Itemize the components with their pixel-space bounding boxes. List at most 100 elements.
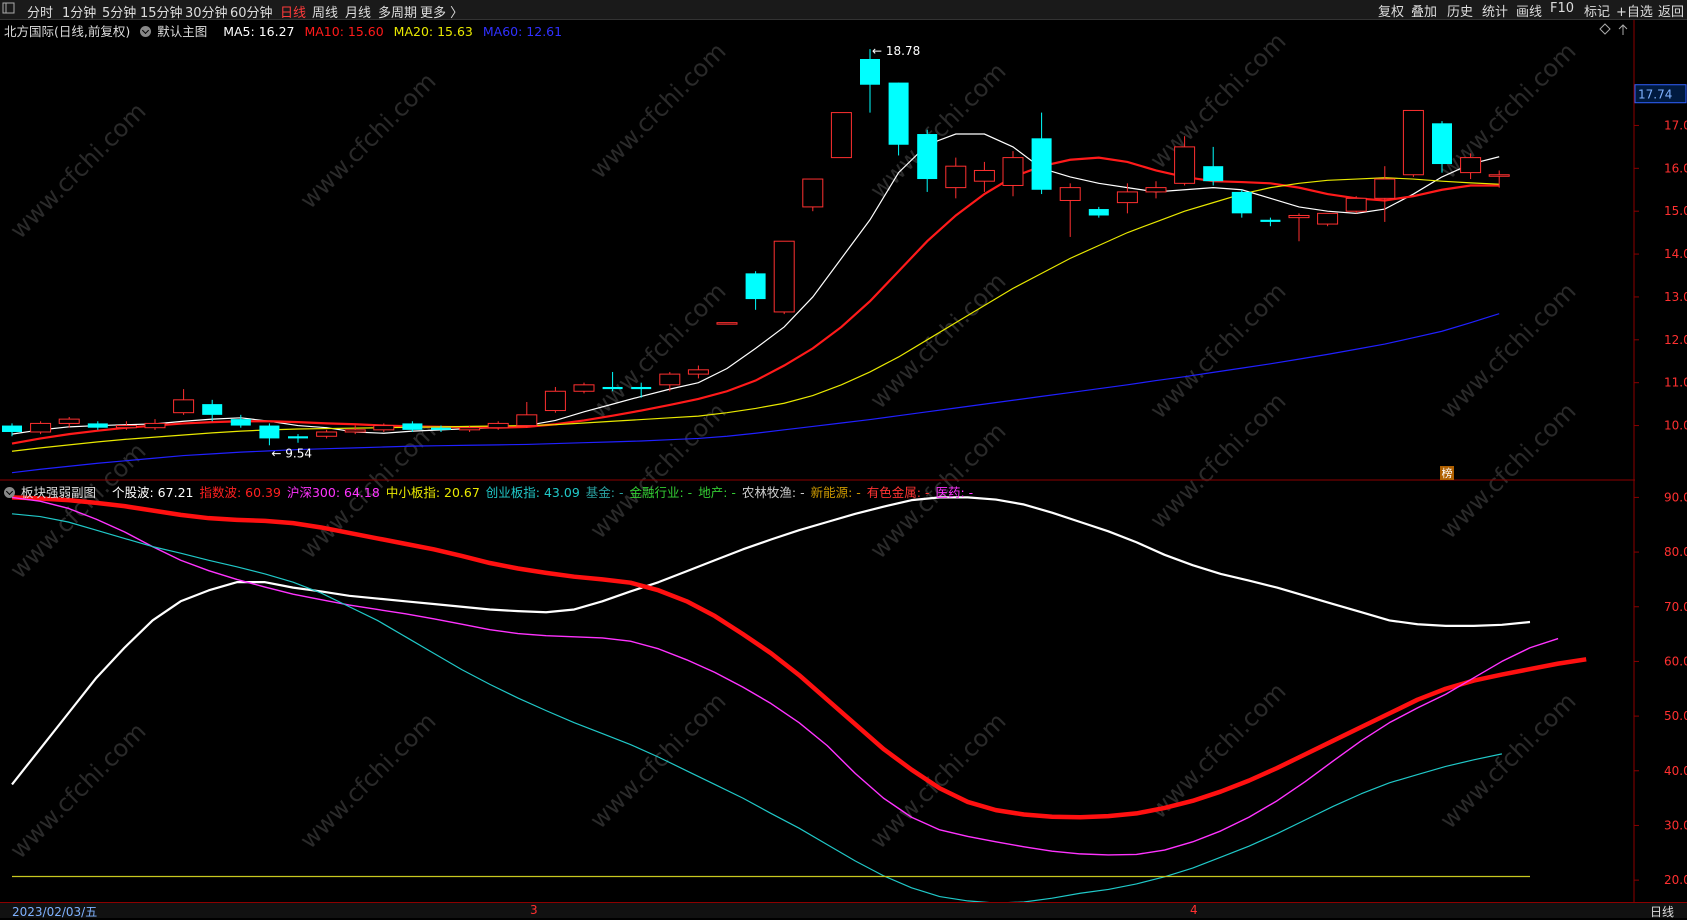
candle-body-down <box>888 82 909 145</box>
ma60-value: MA60: 12.61 <box>482 24 563 39</box>
candle-body-up <box>573 384 595 392</box>
candle <box>1031 112 1052 195</box>
candle-body-down <box>1031 138 1052 190</box>
candle <box>544 386 566 413</box>
osc-tick-label: 30.00 <box>1664 818 1687 832</box>
candle <box>773 240 795 315</box>
candle-body-up <box>1002 157 1024 186</box>
price-tick-label: 15.00 <box>1664 204 1687 218</box>
dropdown-check-icon[interactable] <box>4 487 15 498</box>
candle <box>516 401 538 428</box>
sub-chart-selector[interactable]: 板块强弱副图 <box>4 485 102 500</box>
main-chart-info: 北方国际(日线,前复权) 默认主图 MA5: 16.27 MA10: 15.60… <box>4 21 568 40</box>
sub-chart-title: 板块强弱副图 <box>21 485 97 500</box>
candle-body-up <box>30 422 52 433</box>
low-price-label: ← 9.54 <box>271 446 312 460</box>
list-badge-label: 榜 <box>1442 466 1453 480</box>
price-tick-label: 11.00 <box>1664 376 1687 390</box>
candle <box>659 371 681 392</box>
month-mark: 4 <box>1190 903 1198 917</box>
candle <box>173 389 195 415</box>
candle-body-down <box>860 59 880 85</box>
dropdown-check-icon[interactable] <box>140 26 152 37</box>
candle <box>802 178 824 212</box>
osc-tick-label: 80.00 <box>1664 545 1687 559</box>
template-selector[interactable]: 默认主图 <box>140 24 213 39</box>
candle-body-up <box>1116 191 1138 204</box>
up-arrow-icon <box>1618 24 1628 35</box>
candle <box>1288 213 1310 242</box>
candle-body-up <box>144 422 166 429</box>
price-tick-label: 14.00 <box>1664 247 1687 261</box>
candle <box>259 423 280 446</box>
candle <box>917 129 938 192</box>
candle-body-down <box>202 404 223 415</box>
candle <box>860 49 880 113</box>
candle-body-up <box>1374 178 1396 199</box>
candle <box>1231 189 1252 218</box>
candle-body-up <box>1288 214 1310 219</box>
candle <box>1345 196 1367 214</box>
sub-series-value: 沪深300: 64.18 <box>286 485 380 500</box>
watermark: www.cfchi.com <box>4 717 151 864</box>
price-tick-label: 12.00 <box>1664 333 1687 347</box>
ma20-value: MA20: 15.63 <box>393 24 473 39</box>
candle-body-down <box>402 423 423 430</box>
candle-body-down <box>1260 219 1281 222</box>
candle-body-down <box>288 436 308 439</box>
candle-body-down <box>917 134 938 180</box>
watermark: www.cfchi.com <box>1144 677 1291 824</box>
sub-series-value: 指数波: 60.39 <box>199 485 281 500</box>
osc-tick-label: 70.00 <box>1664 600 1687 614</box>
sub-series-value: 基金: - <box>585 485 624 500</box>
candle-body-up <box>1059 187 1081 201</box>
candle <box>1002 151 1024 197</box>
candle-body-up <box>544 390 566 412</box>
osc-tick-label: 20.00 <box>1664 873 1687 887</box>
candle-body-up <box>516 414 538 427</box>
ma10-value: MA10: 15.60 <box>304 24 384 39</box>
osc-tick-label: 60.00 <box>1664 654 1687 668</box>
price-tick-label: 17.00 <box>1664 118 1687 132</box>
candle-body-up <box>316 431 338 437</box>
candle-body-up <box>58 418 80 424</box>
price-tick-label: 10.00 <box>1664 419 1687 433</box>
sub-series-value: 中小板指: 20.67 <box>385 485 480 500</box>
candle-body-down <box>1231 191 1252 214</box>
template-label: 默认主图 <box>157 24 208 39</box>
candle <box>945 157 967 199</box>
candle <box>87 421 108 430</box>
kline-chart-canvas[interactable]: www.cfchi.com www.cfchi.com www.cfchi.com w… <box>0 0 1687 917</box>
candle <box>144 419 166 430</box>
osc-line-沪深300 <box>11 496 1559 856</box>
osc-line-个股波 <box>11 496 1531 786</box>
candle-body-up <box>716 322 738 325</box>
diamond-icon <box>1599 23 1611 35</box>
watermark: www.cfchi.com <box>584 687 731 834</box>
candle-body-up <box>945 165 967 189</box>
candle <box>1088 206 1109 218</box>
candle <box>202 399 223 422</box>
watermark: www.cfchi.com <box>294 707 441 854</box>
sub-series-value: 个股波: 67.21 <box>112 485 194 500</box>
candle <box>687 365 709 379</box>
watermark: www.cfchi.com <box>864 57 1011 204</box>
time-axis-bar: 2023/02/03/五 3 4 日线 <box>0 902 1687 919</box>
candle-body-up <box>802 178 824 208</box>
candle-body-down <box>745 273 766 300</box>
osc-tick-label: 50.00 <box>1664 709 1687 723</box>
watermark: www.cfchi.com <box>1434 37 1581 184</box>
date-label: 2023/02/03/五 <box>12 905 98 919</box>
sub-series-value: 有色金属: - <box>866 485 930 500</box>
watermark: www.cfchi.com <box>1144 27 1291 174</box>
sub-series-value: 金融行业: - <box>629 485 693 500</box>
candle <box>2 423 22 437</box>
candle-body-down <box>1203 166 1224 182</box>
watermark: www.cfchi.com <box>1434 687 1581 834</box>
candle-body-up <box>1317 212 1339 225</box>
candle-body-up <box>1460 157 1482 174</box>
candle-body-down <box>87 423 108 428</box>
candle-body-up <box>115 425 137 429</box>
stock-name[interactable]: 北方国际(日线,前复权) <box>4 24 130 39</box>
candle <box>288 434 308 443</box>
